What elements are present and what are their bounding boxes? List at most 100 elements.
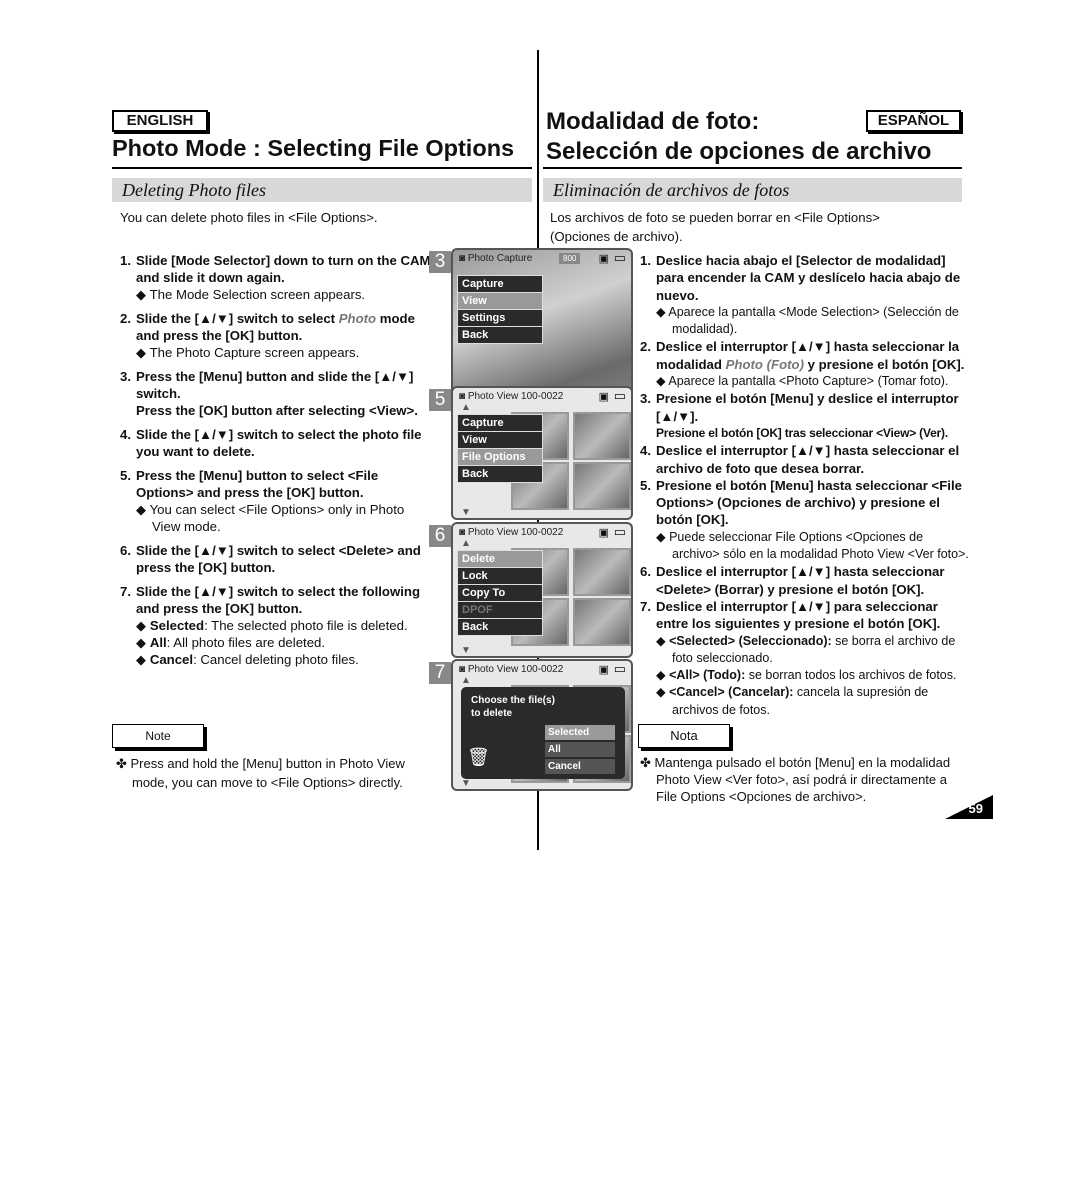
scroll-down-icon: ▼ <box>461 507 471 518</box>
step-body: Slide the [▲/▼] switch to select <Delete… <box>136 542 432 576</box>
memory-card-icon: ▣ <box>598 253 609 265</box>
step-note: ◆ The Mode Selection screen appears. <box>136 286 432 303</box>
step-body: Deslice hacia abajo el [Selector de moda… <box>656 252 972 338</box>
camera-screen: ◙ Photo View 100-0022 ▣ ▭ ▲ ▼ Capture View File… <box>451 386 633 520</box>
note-text: se borran todos los archivos de fotos. <box>745 668 957 683</box>
step-number: 3. <box>640 391 651 407</box>
note-text: : Cancel deleting photo files. <box>193 652 359 667</box>
menu-item-back[interactable]: Back <box>457 466 543 483</box>
step-number: 3. <box>120 369 131 384</box>
memory-card-icon: ▣ <box>598 664 609 676</box>
step-body: Presione el botón [Menu] hasta seleccion… <box>656 477 972 563</box>
menu-item-back[interactable]: Back <box>457 619 543 636</box>
note-text: All <box>149 635 167 650</box>
scroll-down-icon: ▼ <box>461 645 471 656</box>
note-text: ◆ <box>656 668 670 683</box>
section-heading-es: Eliminación de archivos de fotos <box>543 178 962 202</box>
screen-title: Photo Capture <box>467 253 533 264</box>
screen-title: Photo View 100-0022 <box>467 664 564 675</box>
note-text: ◆ You can select <File Options> only in … <box>136 502 405 534</box>
page-number-text: 59 <box>968 801 983 816</box>
step-text: Deslice el interruptor [▲/▼] para selecc… <box>656 598 941 632</box>
battery-icon: ▭ <box>613 661 626 676</box>
menu-item-capture[interactable]: Capture <box>457 415 543 432</box>
step-instruction: Presione el botón [Menu] y deslice el in… <box>656 390 972 442</box>
menu-item-back[interactable]: Back <box>457 327 543 344</box>
note-text: ◆ Aparece la pantalla <Mode Selection> (… <box>656 304 959 337</box>
step-item: 4. Slide the [▲/▼] switch to select the p… <box>120 426 432 460</box>
espanol-badge: ESPAÑOL <box>866 110 961 132</box>
step-number: 7. <box>120 584 131 599</box>
section-heading-en: Deleting Photo files <box>112 178 532 202</box>
menu-item-capture[interactable]: Capture <box>457 276 543 293</box>
menu-item-file-options[interactable]: File Options <box>457 449 543 466</box>
step-instruction: Slide the [▲/▼] switch to select <Delete… <box>136 542 432 576</box>
scroll-up-icon: ▲ <box>461 675 471 686</box>
step-note: ◆ The Photo Capture screen appears. <box>136 344 432 361</box>
step-body: Slide [Mode Selector] down to turn on th… <box>136 252 432 303</box>
step-note: ◆ You can select <File Options> only in … <box>136 501 432 535</box>
step-item: 3. Presione el botón [Menu] y deslice el … <box>640 390 972 442</box>
step-note: ◆ Puede seleccionar File Options <Opcion… <box>656 529 972 564</box>
note-text: ◆ <box>136 652 150 667</box>
note-text: <All> (Todo): <box>669 668 746 683</box>
step-note: ◆ Aparece la pantalla <Photo Capture> (T… <box>656 373 972 390</box>
step-item: 5. Presione el botón [Menu] hasta selecci… <box>640 477 972 563</box>
step-number: 1. <box>120 253 131 268</box>
step-note: ◆ Aparece la pantalla <Mode Selection> (… <box>656 304 972 339</box>
menu-item-delete[interactable]: Delete <box>457 551 543 568</box>
step-instruction-line: Presione el botón [OK] tras seleccionar … <box>656 425 948 440</box>
step-text: y presione el botón [OK]. <box>803 356 965 372</box>
note-text: ◆ The Photo Capture screen appears. <box>136 345 360 360</box>
menu-item-settings[interactable]: Settings <box>457 310 543 327</box>
screen-step-number: 6 <box>429 525 451 547</box>
note-text: <Cancel> (Cancelar): <box>669 685 794 700</box>
menu-item-dpof[interactable]: DPOF <box>457 602 543 619</box>
dialog-prompt: Choose the file(s) <box>471 695 555 706</box>
step-number: 2. <box>640 339 651 355</box>
step-body: Presione el botón [Menu] y deslice el in… <box>656 390 972 442</box>
divider <box>112 167 532 169</box>
note-text: Cancel <box>149 652 194 667</box>
step-instruction: Slide [Mode Selector] down to turn on th… <box>136 252 432 286</box>
trash-icon: 🗑 <box>467 747 490 767</box>
step-number: 6. <box>120 543 131 558</box>
note-text: ◆ The Mode Selection screen appears. <box>136 287 366 302</box>
dialog-option-cancel[interactable]: Cancel <box>545 759 615 774</box>
step-instruction: Presione el botón [Menu] hasta seleccion… <box>656 477 972 529</box>
step-item: 1. Slide [Mode Selector] down to turn on … <box>120 252 432 303</box>
step-item: 5. Press the [Menu] button to select <Fil… <box>120 467 432 535</box>
note-text: ◆ <box>136 618 150 633</box>
step-note: ◆ <All> (Todo): se borran todos los arch… <box>656 667 972 684</box>
menu: Delete Lock Copy To DPOF Back <box>457 550 543 636</box>
note-text: ◆ Aparece la pantalla <Photo Capture> (T… <box>656 374 949 389</box>
step-text: Slide the [▲/▼] switch to select the pho… <box>136 427 422 459</box>
camera-icon: ◙ <box>459 664 468 675</box>
menu-item-lock[interactable]: Lock <box>457 568 543 585</box>
step-item: 2. Slide the [▲/▼] switch to select Photo… <box>120 310 432 361</box>
menu-item-view[interactable]: View <box>457 293 543 310</box>
step-item: 7. Slide the [▲/▼] switch to select the f… <box>120 583 432 668</box>
page-title-es-1: Modalidad de foto: <box>546 108 760 135</box>
step-number: 7. <box>640 598 651 614</box>
scroll-down-icon: ▼ <box>461 778 471 789</box>
step-body: Slide the [▲/▼] switch to select the pho… <box>136 426 432 460</box>
step-body: Slide the [▲/▼] switch to select the fol… <box>136 583 432 668</box>
step-text: Press the [Menu] button and slide the [▲… <box>136 369 414 401</box>
steps-en: 1. Slide [Mode Selector] down to turn on … <box>120 252 432 675</box>
menu-item-copy-to[interactable]: Copy To <box>457 585 543 602</box>
note-text: ◆ <box>656 633 670 648</box>
step-number: 6. <box>640 564 651 580</box>
intro-es: Los archivos de foto se pueden borrar en… <box>550 210 880 244</box>
step-body: Press the [Menu] button to select <File … <box>136 467 432 535</box>
step-number: 4. <box>640 443 651 459</box>
step-item: 4. Deslice el interruptor [▲/▼] hasta sel… <box>640 442 972 477</box>
step-text: Slide the [▲/▼] switch to select <Delete… <box>136 543 421 575</box>
menu-item-view[interactable]: View <box>457 432 543 449</box>
step-body: Deslice el interruptor [▲/▼] hasta selec… <box>656 442 972 477</box>
note-label-en: Note <box>112 724 204 748</box>
step-instruction: Deslice el interruptor [▲/▼] hasta selec… <box>656 338 972 373</box>
dialog-option-selected[interactable]: Selected <box>545 725 615 740</box>
photo-thumbnail <box>573 598 631 646</box>
dialog-option-all[interactable]: All <box>545 742 615 757</box>
